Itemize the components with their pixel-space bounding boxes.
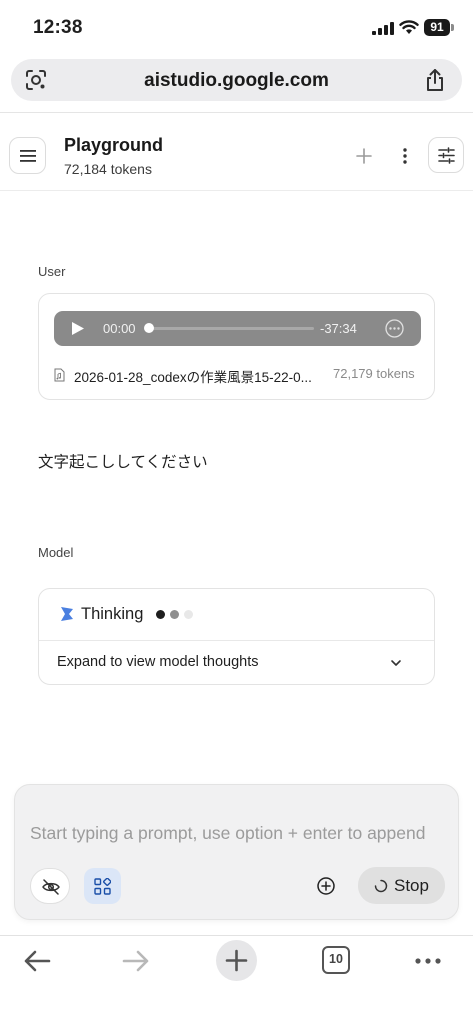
plus-icon[interactable] bbox=[353, 145, 375, 167]
tabs-icon[interactable]: 10 bbox=[322, 946, 350, 974]
menu-icon bbox=[20, 150, 36, 162]
thinking-card: Thinking Expand to view model thoughts bbox=[38, 588, 435, 685]
file-name: 2026-01-28_codexの作業風景15-22-0... bbox=[74, 370, 312, 385]
more-options-icon[interactable] bbox=[385, 319, 404, 338]
loading-dot bbox=[156, 610, 165, 619]
apps-button[interactable] bbox=[84, 868, 121, 904]
user-role-label: User bbox=[38, 264, 66, 279]
more-icon[interactable] bbox=[414, 957, 442, 965]
loading-dot bbox=[170, 610, 179, 619]
url-text[interactable]: aistudio.google.com bbox=[11, 70, 462, 92]
divider bbox=[0, 190, 473, 191]
loading-dot bbox=[184, 610, 193, 619]
spark-icon bbox=[61, 607, 73, 621]
audio-seek-track[interactable] bbox=[149, 327, 314, 330]
address-bar[interactable]: aistudio.google.com bbox=[11, 59, 462, 101]
audio-remaining-time: -37:34 bbox=[320, 321, 357, 336]
forward-icon[interactable] bbox=[122, 949, 150, 973]
play-icon[interactable] bbox=[71, 321, 85, 336]
signal-icon bbox=[372, 22, 394, 35]
battery-icon: 91 bbox=[424, 19, 454, 36]
thinking-status: Thinking bbox=[81, 605, 144, 623]
expand-thoughts-label: Expand to view model thoughts bbox=[57, 654, 259, 670]
apps-icon bbox=[94, 878, 111, 895]
new-tab-icon bbox=[225, 949, 248, 972]
user-message: 文字起こししてください bbox=[38, 453, 208, 471]
chevron-down-icon bbox=[391, 660, 401, 666]
add-circle-icon[interactable] bbox=[316, 876, 336, 896]
audio-seek-thumb[interactable] bbox=[144, 323, 154, 333]
back-icon[interactable] bbox=[23, 949, 51, 973]
share-icon[interactable] bbox=[424, 68, 446, 92]
divider bbox=[0, 112, 473, 113]
audio-current-time: 00:00 bbox=[103, 321, 136, 336]
status-bar: 12:38 91 bbox=[0, 0, 473, 56]
file-row[interactable]: 2026-01-28_codexの作業風景15-22-0... 72,179 t… bbox=[54, 366, 424, 385]
file-token-count: 72,179 tokens bbox=[333, 366, 415, 381]
audio-file-icon bbox=[54, 368, 65, 382]
status-time: 12:38 bbox=[33, 17, 83, 38]
spinner-icon bbox=[374, 879, 388, 893]
model-role-label: Model bbox=[38, 545, 74, 560]
tune-icon bbox=[438, 147, 455, 164]
hide-button[interactable] bbox=[30, 868, 70, 904]
expand-thoughts-toggle[interactable]: Expand to view model thoughts bbox=[39, 641, 434, 685]
wifi-icon bbox=[399, 20, 419, 34]
battery-level: 91 bbox=[424, 19, 450, 36]
divider bbox=[0, 935, 473, 936]
audio-player[interactable]: 00:00 -37:34 bbox=[54, 311, 421, 346]
kebab-icon[interactable] bbox=[395, 145, 415, 167]
new-tab-button[interactable] bbox=[216, 940, 257, 981]
prompt-composer: Start typing a prompt, use option + ente… bbox=[14, 784, 459, 920]
stop-label: Stop bbox=[394, 876, 429, 895]
token-count: 72,184 tokens bbox=[64, 161, 152, 177]
page-title: Playground bbox=[64, 135, 164, 155]
eye-off-icon bbox=[42, 879, 60, 895]
prompt-input[interactable]: Start typing a prompt, use option + ente… bbox=[30, 819, 440, 857]
menu-button[interactable] bbox=[9, 137, 46, 174]
audio-attachment-card: 00:00 -37:34 2026-01-28_codexの作業風景15-22-… bbox=[38, 293, 435, 400]
stop-button[interactable]: Stop bbox=[358, 867, 445, 904]
tune-button[interactable] bbox=[428, 137, 464, 173]
